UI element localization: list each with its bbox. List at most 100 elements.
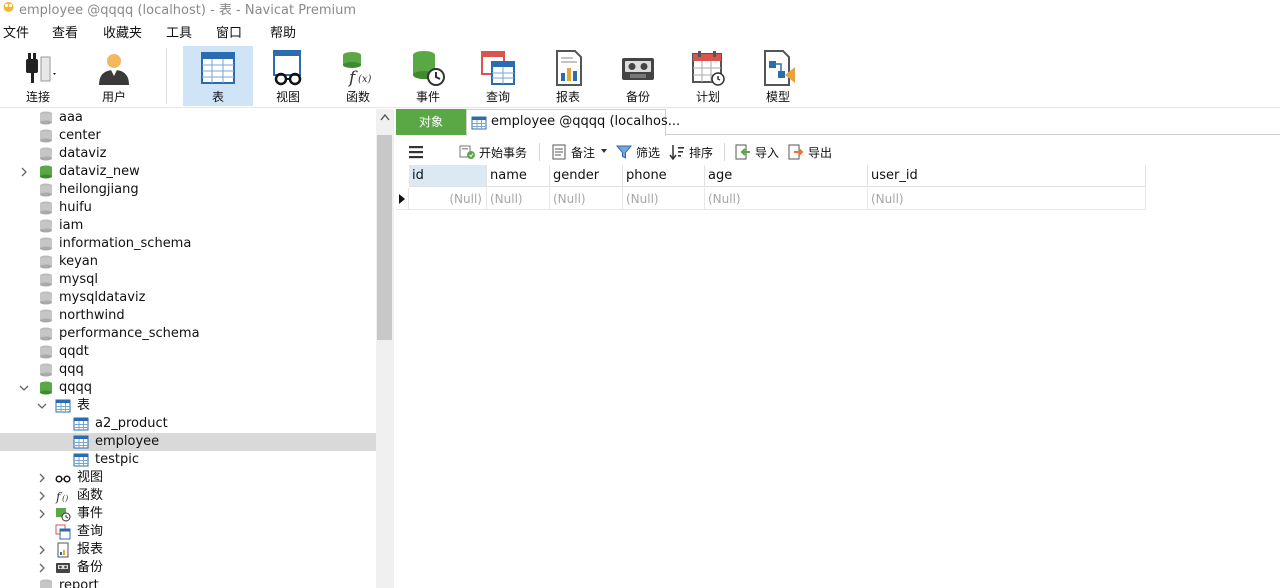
table-cell[interactable]: (Null) [623,188,705,210]
chevron-right-icon[interactable] [36,472,48,484]
tree-db-performance-schema[interactable]: performance_schema [0,325,376,343]
event-icon [413,51,445,86]
tree-db-dataviz[interactable]: dataviz [0,145,376,163]
tree-db-information-schema[interactable]: information_schema [0,235,376,253]
user-button[interactable]: 用户 [79,46,149,106]
tree-folder-tables[interactable]: 表 [0,397,376,415]
chevron-down-icon[interactable] [36,400,48,412]
connection-tree: aaa center dataviz dataviz_new heilongji… [0,109,376,588]
tree-table-a2-product[interactable]: a2_product [0,415,376,433]
column-header-user-id[interactable]: user_id [868,165,1146,187]
export-button[interactable]: 导出 [788,142,834,162]
tree-table-employee[interactable]: employee [0,433,376,451]
filter-button[interactable]: 筛选 [616,142,662,162]
chevron-right-icon[interactable] [36,490,48,502]
chevron-right-icon[interactable] [18,166,30,178]
table-cell[interactable]: (Null) [550,188,623,210]
tree-table-testpic[interactable]: testpic [0,451,376,469]
tree-db-center[interactable]: center [0,127,376,145]
transaction-icon [459,145,475,159]
tab-employee-table[interactable]: employee @qqqq (localhos... [466,109,680,136]
database-icon [40,363,52,377]
column-header-id[interactable]: id [409,165,487,187]
chevron-right-icon[interactable] [36,544,48,556]
tree-db-keyan[interactable]: keyan [0,253,376,271]
tree-db-heilongjiang[interactable]: heilongjiang [0,181,376,199]
dropdown-arrow-icon[interactable] [601,149,607,154]
tab-objects[interactable]: 对象 [396,109,466,135]
tree-db-huifu[interactable]: huifu [0,199,376,217]
tree-folder-views[interactable]: 视图 [0,469,376,487]
database-icon [40,201,52,215]
query-icon [481,51,515,85]
tree-label: 查询 [77,524,104,539]
import-button[interactable]: 导入 [735,142,781,162]
table-cell[interactable]: (Null) [409,188,487,210]
tree-folder-reports[interactable]: 报表 [0,541,376,559]
memo-button[interactable]: 备注 [551,142,609,162]
menu-file[interactable]: 文件 [3,22,29,41]
row-selector[interactable] [396,188,409,210]
tree-folder-events[interactable]: 事件 [0,505,376,523]
tree-db-iam[interactable]: iam [0,217,376,235]
tree-db-qqdt[interactable]: qqdt [0,343,376,361]
chevron-down-icon[interactable] [18,382,30,394]
connect-button[interactable]: 连接 [3,46,73,106]
begin-transaction-button[interactable]: 开始事务 [459,142,531,162]
table-button[interactable]: 表 [183,46,253,106]
table-cell[interactable]: (Null) [487,188,550,210]
tree-label: huifu [59,200,92,215]
tab-strip: 对象 employee @qqqq (localhos... [396,109,1280,136]
backup-icon [56,563,70,573]
database-icon [40,291,52,305]
tree-scrollbar[interactable] [376,109,394,588]
chevron-right-icon[interactable] [36,508,48,520]
tree-db-qqqq[interactable]: qqqq [0,379,376,397]
table-cell[interactable]: (Null) [705,188,868,210]
table-cell[interactable]: (Null) [868,188,1146,210]
tree-label: heilongjiang [59,182,139,197]
database-open-icon [40,381,52,395]
function-button[interactable]: f (x) 函数 [323,46,393,106]
svg-text:f: f [347,68,358,87]
scrollbar-thumb[interactable] [377,135,392,340]
memo-icon [552,144,566,160]
column-header-name[interactable]: name [487,165,550,187]
menu-tools[interactable]: 工具 [166,22,192,41]
tree-db-northwind[interactable]: northwind [0,307,376,325]
backup-button[interactable]: 备份 [603,46,673,106]
model-button[interactable]: 模型 [743,46,813,106]
column-header-phone[interactable]: phone [623,165,705,187]
scroll-up-arrow-icon[interactable] [380,113,390,121]
tree-label: qqq [59,362,84,377]
menu-window[interactable]: 窗口 [216,22,242,41]
tree-db-dataviz-new[interactable]: dataviz_new [0,163,376,181]
model-icon [764,50,795,86]
menu-view[interactable]: 查看 [52,22,78,41]
event-label: 事件 [415,90,440,104]
tree-folder-functions[interactable]: f() 函数 [0,487,376,505]
schedule-button[interactable]: 计划 [673,46,743,106]
tree-label: testpic [95,452,139,467]
chevron-right-icon[interactable] [36,562,48,574]
tree-db-qqq[interactable]: qqq [0,361,376,379]
tree-label: information_schema [59,236,192,251]
menu-button[interactable] [408,142,426,162]
tree-folder-backups[interactable]: 备份 [0,559,376,577]
schedule-icon [692,51,725,86]
tree-db-mysqldataviz[interactable]: mysqldataviz [0,289,376,307]
tree-db-mysql[interactable]: mysql [0,271,376,289]
tree-db-report[interactable]: report [0,577,376,588]
menu-help[interactable]: 帮助 [270,22,296,41]
report-button[interactable]: 报表 [533,46,603,106]
memo-label: 备注 [571,146,596,160]
query-button[interactable]: 查询 [463,46,533,106]
column-header-gender[interactable]: gender [550,165,623,187]
event-button[interactable]: 事件 [393,46,463,106]
tree-db-aaa[interactable]: aaa [0,109,376,127]
column-header-age[interactable]: age [705,165,868,187]
view-button[interactable]: 视图 [253,46,323,106]
menu-favorites[interactable]: 收藏夹 [103,22,142,41]
sort-button[interactable]: 排序 [669,142,715,162]
tree-folder-queries[interactable]: 查询 [0,523,376,541]
